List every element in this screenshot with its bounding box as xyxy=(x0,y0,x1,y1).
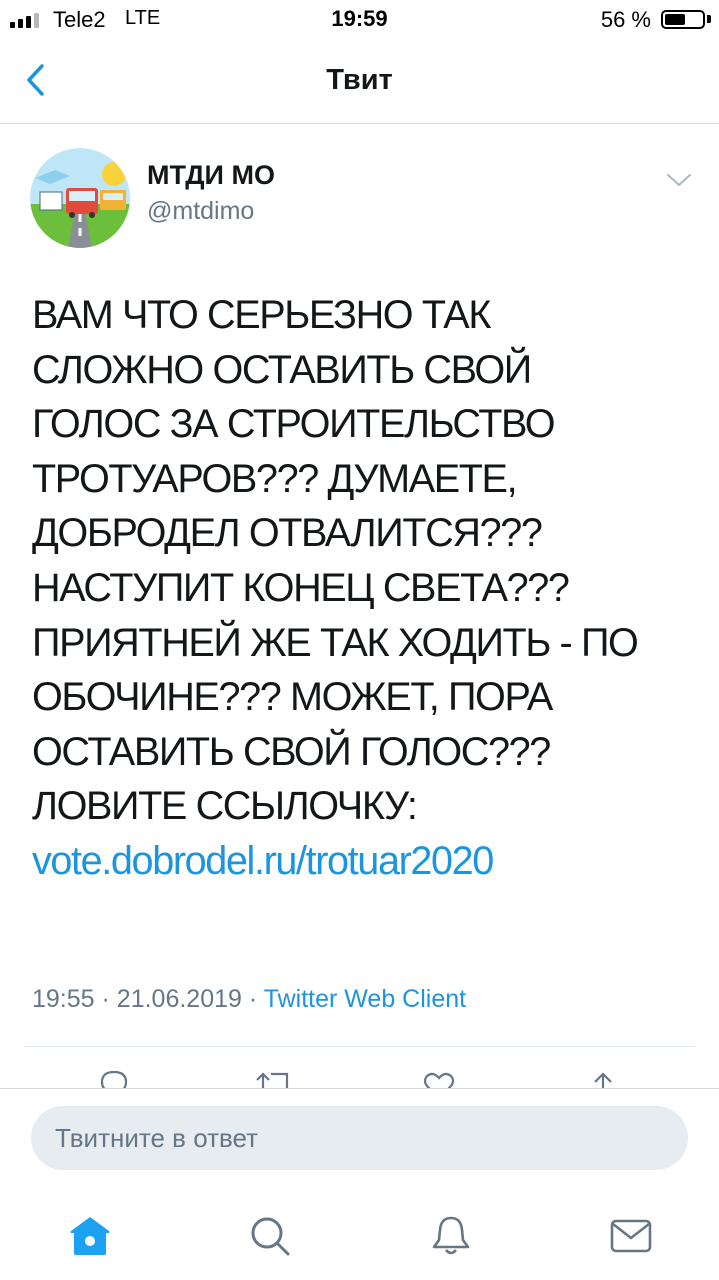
tab-notifications[interactable] xyxy=(429,1214,473,1258)
tweet-link[interactable]: vote.dobrodel.ru/trotuar2020 xyxy=(32,834,685,889)
author-name[interactable]: МТДИ МО xyxy=(147,160,275,191)
battery-icon xyxy=(661,10,705,29)
chevron-down-icon xyxy=(667,174,691,186)
tweet-text-line: ЛОВИТЕ ССЫЛОЧКУ: xyxy=(32,784,418,829)
tweet-text-line: ВАМ ЧТО СЕРЬЕЗНО ТАК xyxy=(32,293,491,337)
tweet-text-line: СЛОЖНО ОСТАВИТЬ СВОЙ xyxy=(32,347,532,392)
tweet-text-line: ТРОТУАРОВ??? ДУМАЕТЕ, xyxy=(32,456,518,501)
tab-messages[interactable] xyxy=(609,1214,653,1258)
tab-bar xyxy=(0,1190,719,1280)
tweet-text: ВАМ ЧТО СЕРЬЕЗНО ТАК СЛОЖНО ОСТАВИТЬ СВО… xyxy=(32,288,685,889)
nav-bar: Твит xyxy=(0,40,719,124)
search-icon xyxy=(251,1217,290,1256)
tweet-text-line: ДОБРОДЕЛ ОТВАЛИТСЯ??? xyxy=(32,511,543,556)
tweet-text-line: ОСТАВИТЬ СВОЙ ГОЛОС??? xyxy=(32,729,551,774)
battery-percent: 56 % xyxy=(600,7,651,32)
tweet-screen: Tele2 LTE 19:59 56 % Твит МТДИ МО @mtdim… xyxy=(0,0,719,1280)
meta-separator: · xyxy=(248,985,258,1013)
tab-search[interactable] xyxy=(248,1214,292,1258)
author-handle[interactable]: @mtdimo xyxy=(147,197,254,226)
messages-icon xyxy=(610,1219,652,1253)
battery-fill xyxy=(665,14,686,25)
notifications-icon xyxy=(432,1216,470,1255)
meta-separator: · xyxy=(101,985,110,1013)
tweet-text-line: ПРИЯТНЕЙ ЖЕ ТАК ХОДИТЬ - ПО xyxy=(32,620,639,665)
tab-home[interactable] xyxy=(68,1214,112,1258)
tweet-time: 19:55 xyxy=(32,985,95,1013)
tweet-text-line: ОБОЧИНЕ??? МОЖЕТ, ПОРА xyxy=(32,675,553,720)
divider xyxy=(24,1046,695,1047)
avatar[interactable] xyxy=(30,148,130,248)
tweet-menu-button[interactable] xyxy=(664,168,694,192)
page-title: Твит xyxy=(326,64,393,96)
tweet-meta: 19:55 · 21.06.2019 · Twitter Web Client xyxy=(32,985,466,1014)
status-bar: Tele2 LTE 19:59 56 % xyxy=(0,0,719,40)
reply-input[interactable] xyxy=(31,1106,688,1170)
tweet-text-line: НАСТУПИТ КОНЕЦ СВЕТА??? xyxy=(32,565,570,610)
avatar-image xyxy=(30,148,130,248)
tweet-text-line: ГОЛОС ЗА СТРОИТЕЛЬСТВО xyxy=(32,402,556,447)
tweet-date: 21.06.2019 xyxy=(116,985,242,1013)
tweet-source-link[interactable]: Twitter Web Client xyxy=(264,985,466,1013)
battery-cap xyxy=(707,15,711,23)
reply-bar xyxy=(0,1088,719,1191)
home-icon xyxy=(70,1217,110,1255)
